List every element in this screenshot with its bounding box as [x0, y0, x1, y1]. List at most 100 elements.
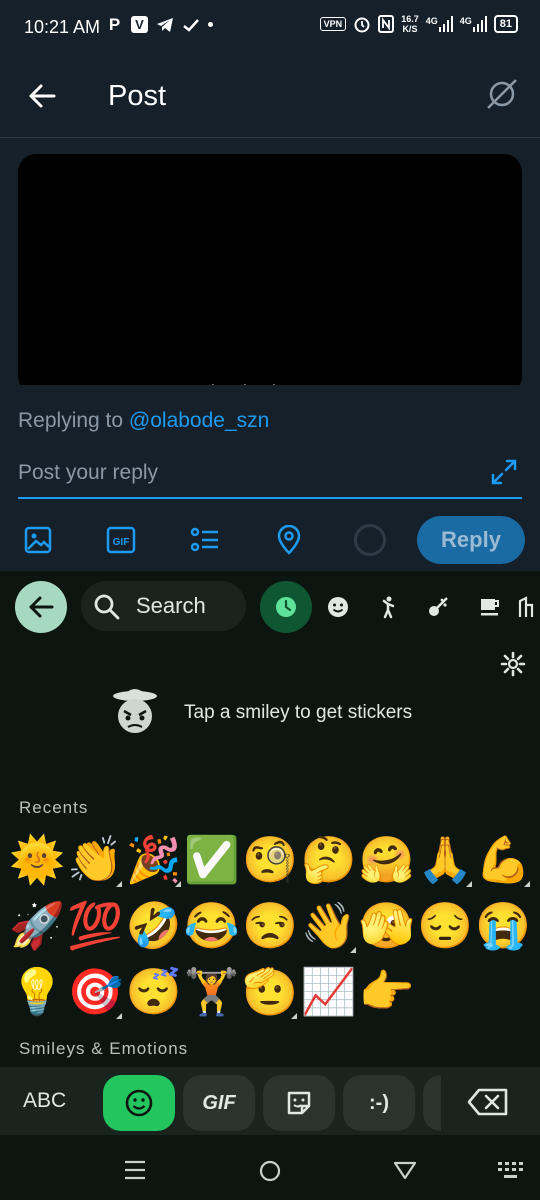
- recent-emoji[interactable]: 💪: [474, 831, 532, 889]
- top-app-bar: Post: [0, 56, 540, 138]
- recent-emoji[interactable]: 🫣: [358, 897, 416, 955]
- recent-emoji[interactable]: 😔: [416, 897, 474, 955]
- search-label: Search: [136, 593, 206, 618]
- recent-emoji[interactable]: 🤔: [300, 831, 358, 889]
- search-icon: [94, 594, 120, 620]
- emoji-search-button[interactable]: Search: [81, 581, 246, 631]
- backspace-icon[interactable]: [466, 1087, 510, 1117]
- gear-icon[interactable]: [500, 651, 526, 677]
- sticker-hint-text: Tap a smiley to get stickers: [184, 702, 413, 723]
- network-type-1: 4G: [425, 16, 438, 26]
- signal-1: 4G: [426, 16, 453, 32]
- recent-emoji[interactable]: 🫡: [241, 963, 299, 1021]
- character-count-ring: [354, 524, 386, 556]
- expand-icon[interactable]: [490, 458, 518, 486]
- more-notifications-dot-icon: [208, 22, 213, 27]
- status-bar: 10:21 AM P V VPN 16.7 K/S 4G 4G 81: [0, 0, 540, 56]
- smiley-icon: [125, 1089, 153, 1117]
- poll-icon[interactable]: [190, 525, 220, 555]
- recent-emoji[interactable]: 😴: [125, 963, 183, 1021]
- recent-emoji[interactable]: 👋: [300, 897, 358, 955]
- gif-tab-button[interactable]: GIF: [183, 1075, 255, 1131]
- recent-emoji[interactable]: 🚀: [8, 897, 66, 955]
- emoji-keyboard: Search Tap a smiley to get stickers Rece…: [0, 571, 540, 1200]
- keyboard-hide-icon[interactable]: [496, 1160, 524, 1182]
- arrow-left-icon: [29, 596, 54, 618]
- replying-prefix: Replying to: [18, 409, 124, 432]
- recent-emoji[interactable]: 🌞: [8, 831, 66, 889]
- recent-apps-icon[interactable]: [124, 1160, 146, 1180]
- category-smileys-tab[interactable]: [312, 581, 364, 633]
- reply-handle-link[interactable]: @olabode_szn: [129, 409, 269, 432]
- video-media[interactable]: Tap to view in player: [18, 154, 522, 394]
- recent-emoji[interactable]: 🎯: [66, 963, 124, 1021]
- recents-section-label: Recents: [19, 798, 89, 817]
- post-reply-screen: 10:21 AM P V VPN 16.7 K/S 4G 4G 81 Post …: [0, 0, 540, 1200]
- recent-emoji[interactable]: 🧐: [241, 831, 299, 889]
- app-p-icon: P: [108, 14, 121, 34]
- app-v-icon: V: [131, 16, 148, 33]
- system-navigation-bar: [0, 1136, 540, 1200]
- recent-emoji[interactable]: 🏋️: [183, 963, 241, 1021]
- recent-emoji[interactable]: 👏: [66, 831, 124, 889]
- nfc-icon: [378, 15, 395, 33]
- keyboard-back-button[interactable]: [15, 581, 67, 633]
- home-icon[interactable]: [258, 1159, 282, 1183]
- smiley-icon: [328, 597, 348, 617]
- keyboard-bottom-row: ABC GIF :-): [0, 1067, 540, 1135]
- reply-button[interactable]: Reply: [417, 516, 525, 564]
- grok-icon[interactable]: [484, 76, 520, 112]
- recent-emoji[interactable]: 🤣: [125, 897, 183, 955]
- recent-emoji[interactable]: 💡: [8, 963, 66, 1021]
- vpn-badge: VPN: [319, 17, 347, 31]
- recent-emoji[interactable]: 💯: [66, 897, 124, 955]
- cup-icon: [481, 599, 499, 616]
- svg-text:GIF: GIF: [113, 537, 130, 548]
- image-icon[interactable]: [23, 525, 53, 555]
- gif-icon[interactable]: GIF: [106, 525, 136, 555]
- emoji-tab-button[interactable]: [103, 1075, 175, 1131]
- status-notification-icons: P V: [106, 14, 213, 34]
- more-tabs-partial[interactable]: [423, 1075, 441, 1131]
- recent-emoji[interactable]: ✅: [183, 831, 241, 889]
- recent-emoji[interactable]: 🎉: [125, 831, 183, 889]
- sticker-tab-button[interactable]: [263, 1075, 335, 1131]
- signal-bars-icon: [472, 16, 487, 32]
- network-type-2: 4G: [459, 16, 472, 26]
- person-icon: [382, 596, 395, 619]
- building-icon: [518, 596, 534, 617]
- speed-value: 16.7: [401, 14, 419, 24]
- recent-emoji[interactable]: 🤗: [358, 831, 416, 889]
- check-icon: [183, 18, 199, 32]
- status-time: 10:21 AM: [24, 17, 101, 37]
- location-icon[interactable]: [274, 525, 304, 555]
- recent-emoji[interactable]: 👉: [358, 963, 416, 1021]
- abc-keyboard-button[interactable]: ABC: [23, 1089, 66, 1113]
- category-recents-tab[interactable]: [260, 581, 312, 633]
- recent-emoji[interactable]: 😭: [474, 897, 532, 955]
- smileys-section-label: Smileys & Emotions: [19, 1039, 189, 1058]
- reply-composer: Replying to @olabode_szn GIF Reply: [0, 385, 540, 571]
- reply-input[interactable]: [18, 455, 522, 499]
- alarm-icon: [354, 17, 370, 33]
- recent-emoji[interactable]: 📈: [300, 963, 358, 1021]
- signal-2: 4G: [460, 16, 487, 32]
- recent-emoji[interactable]: 🙏: [416, 831, 474, 889]
- speed-unit: K/S: [402, 24, 418, 34]
- category-people-tab[interactable]: [362, 581, 414, 633]
- emoticon-tab-button[interactable]: :-): [343, 1075, 415, 1131]
- guitar-icon: [429, 597, 448, 616]
- signal-bars-icon: [438, 16, 453, 32]
- status-system-icons: VPN 16.7 K/S 4G 4G 81: [319, 14, 518, 34]
- back-triangle-icon[interactable]: [393, 1160, 417, 1180]
- replying-to: Replying to @olabode_szn: [18, 409, 269, 433]
- category-activities-tab[interactable]: [412, 581, 464, 633]
- category-travel-tab[interactable]: [514, 581, 540, 633]
- back-arrow-icon[interactable]: [26, 80, 58, 112]
- network-speed: 16.7 K/S: [401, 14, 419, 34]
- recent-emoji[interactable]: 😂: [183, 897, 241, 955]
- battery-icon: 81: [493, 15, 518, 33]
- category-food-tab[interactable]: [464, 581, 516, 633]
- telegram-icon: [157, 17, 173, 32]
- recent-emoji[interactable]: 😒: [241, 897, 299, 955]
